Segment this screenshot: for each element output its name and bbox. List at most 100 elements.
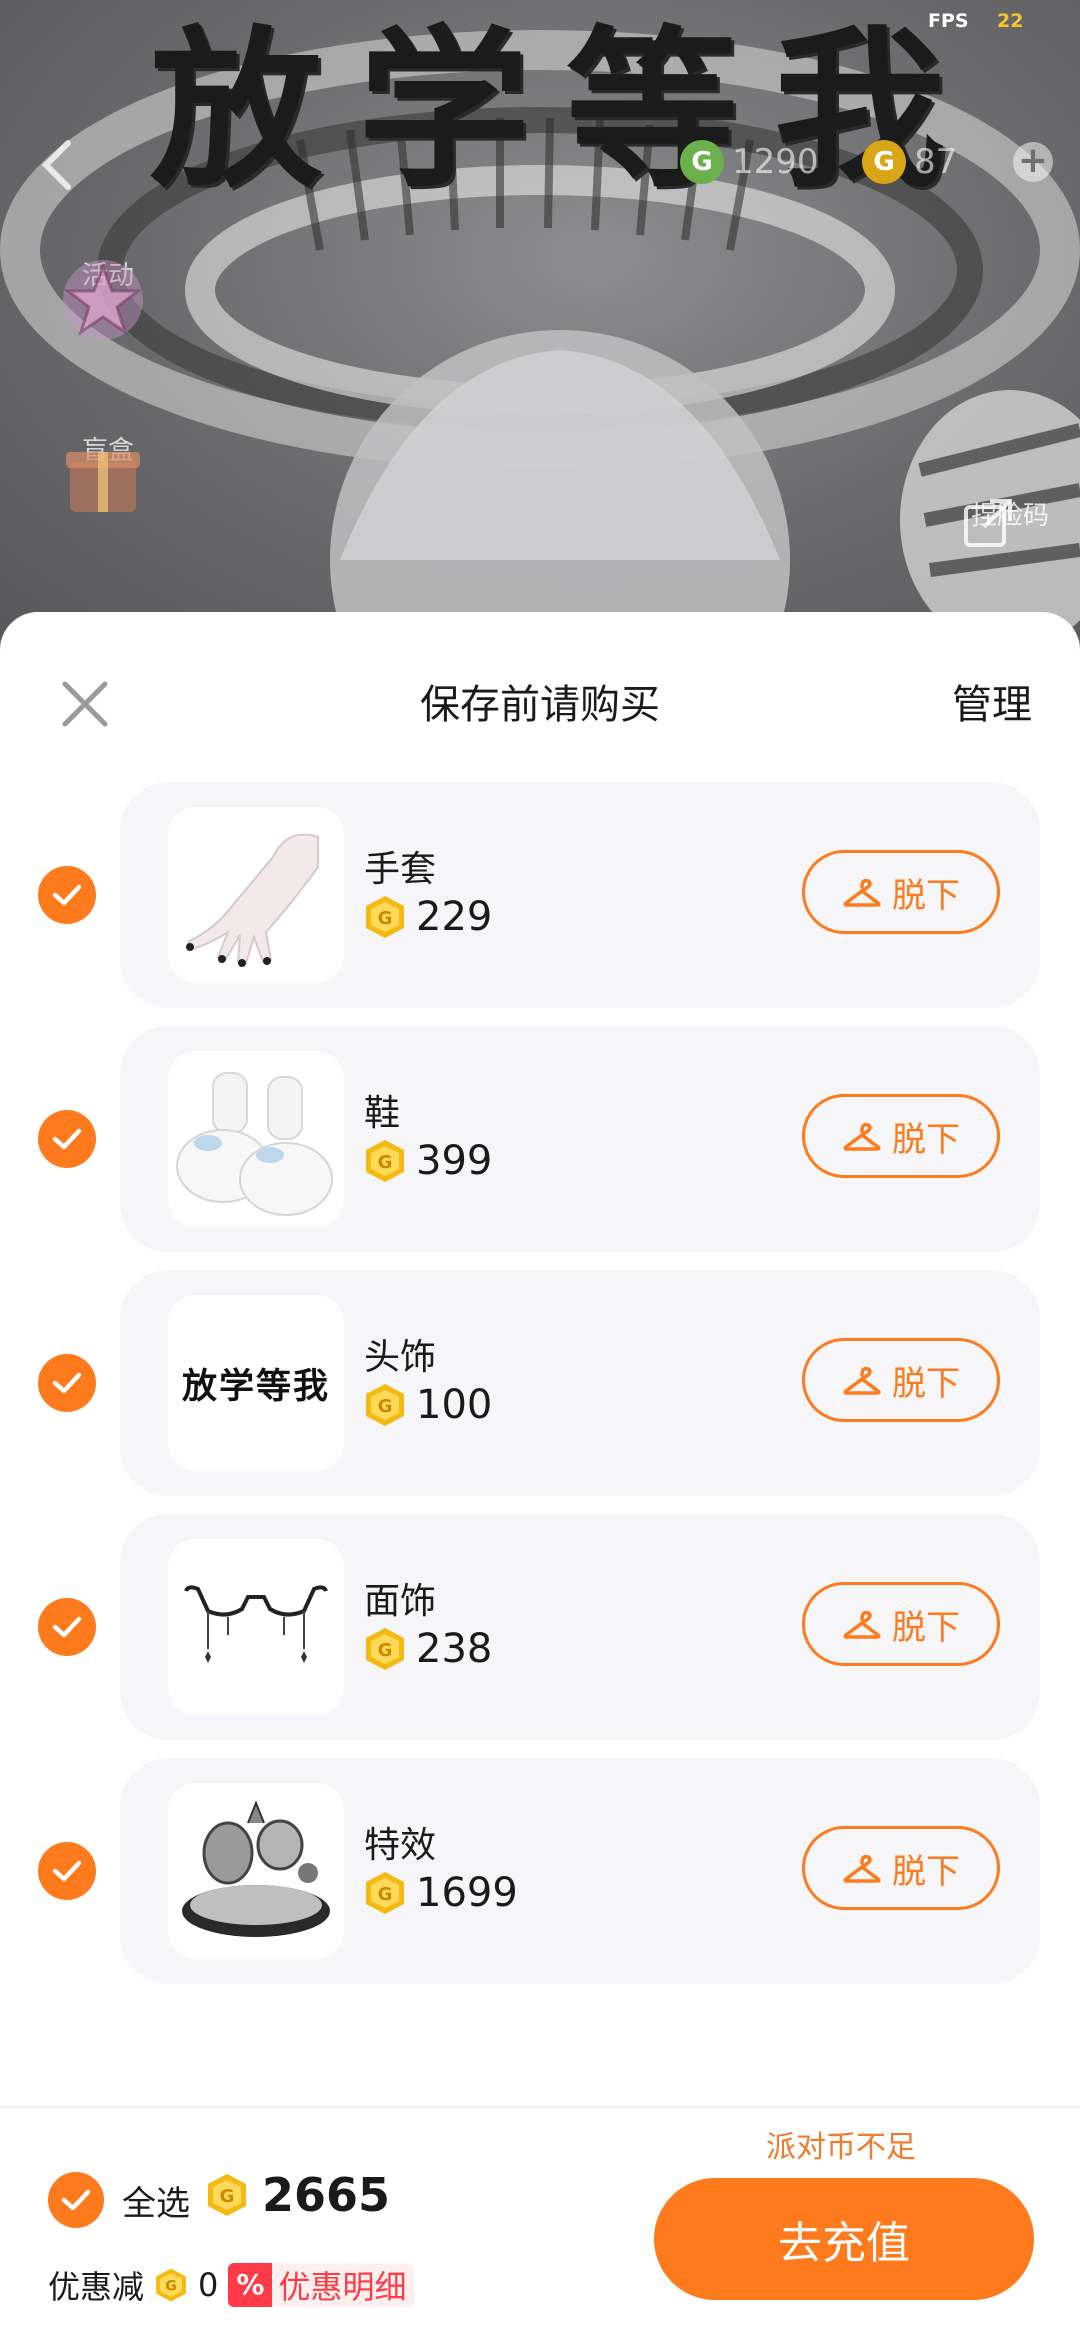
item-card[interactable]: 放学等我 头饰 G 100 脱下 <box>120 1270 1040 1496</box>
shoes-thumbnail <box>168 1051 344 1227</box>
gift-box-icon <box>66 452 140 512</box>
coin-icon: G <box>366 896 404 938</box>
manage-button[interactable]: 管理 <box>952 672 1032 730</box>
hanger-icon <box>843 1610 881 1639</box>
gold-coin-icon: G <box>862 140 906 184</box>
checkmark-icon <box>52 884 82 906</box>
recharge-button[interactable]: 去充值 <box>654 2178 1034 2300</box>
fps-value: 22 <box>997 10 1024 32</box>
share-icon <box>964 499 1012 547</box>
fps-label: FPS <box>928 10 969 32</box>
hanger-icon <box>843 1854 881 1883</box>
back-button[interactable] <box>38 135 86 195</box>
hanger-icon <box>843 878 881 907</box>
list-item: 特效 G 1699 脱下 <box>0 1758 1080 1984</box>
list-item: 面饰 G 238 脱下 <box>0 1514 1080 1740</box>
item-card[interactable]: 鞋 G 399 脱下 <box>120 1026 1040 1252</box>
coin-icon: G <box>366 1140 404 1182</box>
svg-text:G: G <box>378 1152 393 1173</box>
item-name: 面饰 <box>364 1581 437 1622</box>
take-off-label: 脱下 <box>892 875 960 916</box>
purchase-sheet: 保存前请购买 管理 手套 G 229 脱下 鞋 G 399 脱下 放学等我 头饰… <box>0 612 1080 2340</box>
discount-value: 0 <box>198 2266 219 2304</box>
select-all-label: 全选 <box>122 2183 190 2224</box>
take-off-button[interactable]: 脱下 <box>802 1826 1000 1910</box>
checkmark-icon <box>52 1860 82 1882</box>
activity-button[interactable]: 活动 <box>58 255 158 340</box>
svg-text:G: G <box>165 2278 177 2294</box>
svg-text:G: G <box>220 2186 235 2207</box>
item-price-value: 399 <box>416 1138 493 1184</box>
checkmark-icon <box>52 1372 82 1394</box>
item-name: 鞋 <box>364 1093 401 1134</box>
coin-icon: G <box>366 1384 404 1426</box>
gold-coin-balance: G 87 <box>862 140 957 184</box>
select-all-checkbox[interactable] <box>48 2172 104 2228</box>
svg-text:G: G <box>378 908 393 929</box>
blind-box-button[interactable]: 盲盒 <box>58 430 158 512</box>
star-icon <box>63 260 143 340</box>
item-price-value: 238 <box>416 1626 493 1672</box>
take-off-button[interactable]: 脱下 <box>802 1338 1000 1422</box>
take-off-button[interactable]: 脱下 <box>802 850 1000 934</box>
take-off-label: 脱下 <box>892 1119 960 1160</box>
item-price: G 1699 <box>364 1870 518 1916</box>
item-checkbox[interactable] <box>38 1110 96 1168</box>
coin-icon: G <box>366 1872 404 1914</box>
take-off-button[interactable]: 脱下 <box>802 1582 1000 1666</box>
discount-percent-icon: % <box>228 2263 273 2307</box>
take-off-button[interactable]: 脱下 <box>802 1094 1000 1178</box>
green-coin-value: 1290 <box>732 142 819 182</box>
headwear-thumbnail: 放学等我 <box>168 1295 344 1471</box>
effect-thumbnail <box>168 1783 344 1959</box>
coin-icon: G <box>208 2174 246 2216</box>
item-price: G 399 <box>364 1138 492 1184</box>
insufficient-coins-text: 派对币不足 <box>766 2130 916 2165</box>
banner-text: 放学等我 <box>150 8 982 211</box>
list-item: 手套 G 229 脱下 <box>0 782 1080 1008</box>
item-card[interactable]: 手套 G 229 脱下 <box>120 782 1040 1008</box>
face-code-button[interactable]: 捏脸码 <box>960 495 1060 547</box>
add-coins-button[interactable]: + <box>1013 142 1053 182</box>
item-checkbox[interactable] <box>38 1598 96 1656</box>
item-price-value: 1699 <box>416 1870 518 1916</box>
list-item: 放学等我 头饰 G 100 脱下 <box>0 1270 1080 1496</box>
glasses-thumbnail <box>168 1539 344 1715</box>
item-price-value: 100 <box>416 1382 493 1428</box>
item-card[interactable]: 面饰 G 238 脱下 <box>120 1514 1040 1740</box>
green-coin-icon: G <box>680 140 724 184</box>
svg-text:G: G <box>378 1884 393 1905</box>
discount-row: 优惠减 G 0 % 优惠明细 <box>48 2262 415 2308</box>
item-price: G 100 <box>364 1382 492 1428</box>
item-checkbox[interactable] <box>38 1354 96 1412</box>
take-off-label: 脱下 <box>892 1851 960 1892</box>
item-price: G 229 <box>364 894 492 940</box>
svg-text:G: G <box>378 1396 393 1417</box>
item-price: G 238 <box>364 1626 492 1672</box>
take-off-label: 脱下 <box>892 1607 960 1648</box>
checkmark-icon <box>61 2189 91 2211</box>
avatar-scene: 放学等我 FPS 22 G 1290 G 87 + 活动 盲盒 <box>0 0 1080 640</box>
green-coin-balance: G 1290 <box>680 140 819 184</box>
item-name: 手套 <box>364 849 437 890</box>
item-price-value: 229 <box>416 894 493 940</box>
item-card[interactable]: 特效 G 1699 脱下 <box>120 1758 1040 1984</box>
gold-coin-value: 87 <box>914 142 958 182</box>
checkmark-icon <box>52 1128 82 1150</box>
item-checkbox[interactable] <box>38 1842 96 1900</box>
take-off-label: 脱下 <box>892 1363 960 1404</box>
select-all-toggle[interactable]: 全选 <box>48 2172 190 2228</box>
sheet-title: 保存前请购买 <box>420 682 660 728</box>
coin-icon: G <box>156 2268 186 2302</box>
hanger-icon <box>843 1122 881 1151</box>
discount-detail-label: 优惠明细 <box>278 2268 407 2306</box>
hanger-icon <box>843 1366 881 1395</box>
item-name: 头饰 <box>364 1337 437 1378</box>
headwear-thumbnail-text: 放学等我 <box>181 1365 330 1407</box>
item-checkbox[interactable] <box>38 866 96 924</box>
checkmark-icon <box>52 1616 82 1638</box>
item-name: 特效 <box>364 1825 437 1866</box>
gloves-thumbnail <box>168 807 344 983</box>
discount-detail-button[interactable]: % 优惠明细 <box>228 2263 415 2307</box>
coin-icon: G <box>366 1628 404 1670</box>
